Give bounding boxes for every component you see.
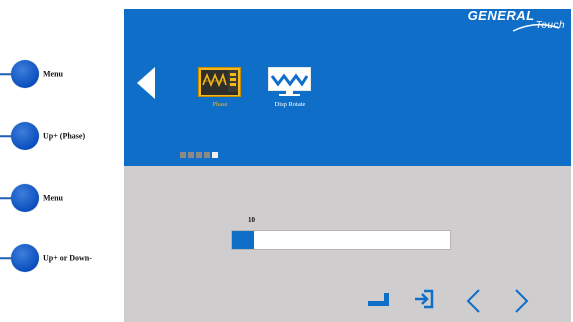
legend-label: Up+ (Phase) [43, 131, 86, 141]
legend-item-menu-2: Menu [0, 184, 120, 212]
legend-item-menu-1: Menu [0, 60, 120, 88]
button-dot-icon [11, 122, 39, 150]
slider-fill [232, 231, 254, 249]
button-dot-icon [11, 184, 39, 212]
display-rotate-icon[interactable] [268, 67, 311, 97]
legend-label: Menu [43, 193, 63, 203]
osd-menu-panel [124, 9, 571, 166]
previous-icon[interactable] [464, 288, 482, 314]
button-dot-icon [11, 244, 39, 272]
phase-slider[interactable] [231, 230, 451, 250]
button-dot-icon [11, 60, 39, 88]
page-dot [188, 152, 194, 158]
brand-logo: GENERALTouch [467, 8, 565, 31]
phase-waveform-icon[interactable] [198, 67, 241, 97]
page-dot [180, 152, 186, 158]
legend-item-up-phase: Up+ (Phase) [0, 122, 120, 150]
legend-item-up-down: Up+ or Down- [0, 244, 120, 272]
next-icon[interactable] [513, 288, 531, 314]
enter-icon[interactable] [366, 292, 392, 308]
icon-caption-phase: Phase [212, 101, 228, 108]
page-dot [196, 152, 202, 158]
slider-value: 10 [248, 216, 255, 224]
brand-swoosh-icon [512, 23, 560, 32]
icon-caption-disp-rotate: Disp Rotate [274, 101, 306, 108]
back-arrow-icon[interactable] [137, 67, 155, 99]
legend-label: Up+ or Down- [43, 253, 92, 263]
page-dot-active [212, 152, 218, 158]
page-dot [204, 152, 210, 158]
legend-label: Menu [43, 69, 63, 79]
exit-icon[interactable] [413, 288, 435, 310]
page-indicator [180, 152, 218, 158]
